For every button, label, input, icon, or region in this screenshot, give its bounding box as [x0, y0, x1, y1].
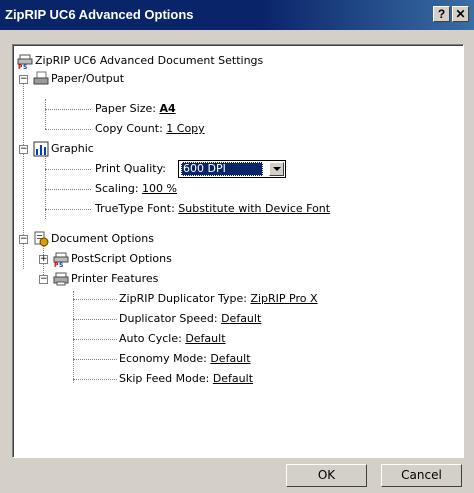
duplicator-speed-label: Duplicator Speed:: [119, 312, 218, 325]
postscript-icon: P S: [53, 252, 69, 267]
settings-tree[interactable]: P S ZipRIP UC6 Advanced Document Setting…: [12, 44, 464, 458]
economy-mode-setting[interactable]: Economy Mode: Default: [119, 351, 251, 367]
dropdown-arrow-icon[interactable]: [269, 162, 284, 176]
svg-text:S: S: [59, 262, 63, 267]
paper-size-label: Paper Size:: [95, 102, 156, 115]
print-quality-selected-value: 600 DPI: [181, 162, 263, 176]
advanced-options-dialog: ZipRIP UC6 Advanced Options ? ✕ P S ZipR…: [0, 0, 474, 493]
copy-count-label: Copy Count:: [95, 122, 163, 135]
scaling-label: Scaling:: [95, 182, 139, 195]
economy-mode-value[interactable]: Default: [210, 352, 250, 365]
copy-count-setting[interactable]: Copy Count: 1 Copy: [95, 121, 205, 137]
auto-cycle-label: Auto Cycle:: [119, 332, 182, 345]
print-quality-select[interactable]: 600 DPI: [178, 160, 286, 178]
printer-features-node[interactable]: Printer Features: [71, 271, 158, 287]
printer-ps-icon: P S: [17, 54, 33, 69]
postscript-options-expand-toggle[interactable]: +: [39, 255, 48, 264]
duplicator-type-setting[interactable]: ZipRIP Duplicator Type: ZipRIP Pro X: [119, 291, 318, 307]
document-options-node[interactable]: Document Options: [51, 231, 154, 247]
printer-features-collapse-toggle[interactable]: −: [39, 275, 48, 284]
dialog-title: ZipRIP UC6 Advanced Options: [5, 7, 194, 22]
paper-output-icon: [33, 71, 49, 85]
paper-size-value[interactable]: A4: [159, 102, 175, 115]
cancel-button[interactable]: Cancel: [381, 464, 462, 487]
truetype-font-setting[interactable]: TrueType Font: Substitute with Device Fo…: [95, 201, 330, 217]
duplicator-speed-value[interactable]: Default: [221, 312, 261, 325]
printer-features-icon: [53, 272, 69, 286]
graphic-node[interactable]: Graphic: [51, 141, 94, 157]
duplicator-type-label: ZipRIP Duplicator Type:: [119, 292, 247, 305]
svg-text:S: S: [23, 64, 27, 69]
scaling-setting[interactable]: Scaling: 100 %: [95, 181, 177, 197]
document-options-collapse-toggle[interactable]: −: [19, 235, 28, 244]
auto-cycle-value[interactable]: Default: [185, 332, 225, 345]
auto-cycle-setting[interactable]: Auto Cycle: Default: [119, 331, 226, 347]
print-quality-label: Print Quality:: [95, 162, 167, 175]
paper-output-node[interactable]: Paper/Output: [51, 71, 124, 87]
copy-count-value[interactable]: 1 Copy: [166, 122, 204, 135]
document-options-icon: [34, 231, 49, 247]
truetype-font-label: TrueType Font:: [95, 202, 175, 215]
graphic-chart-icon: [33, 141, 49, 157]
skip-feed-mode-value[interactable]: Default: [213, 372, 253, 385]
ok-button[interactable]: OK: [286, 464, 367, 487]
scaling-value[interactable]: 100 %: [142, 182, 177, 195]
truetype-font-value[interactable]: Substitute with Device Font: [178, 202, 330, 215]
skip-feed-mode-label: Skip Feed Mode:: [119, 372, 210, 385]
paper-size-setting[interactable]: Paper Size: A4: [95, 101, 176, 117]
help-button[interactable]: ?: [433, 6, 450, 22]
title-bar[interactable]: ZipRIP UC6 Advanced Options ? ✕: [0, 0, 474, 30]
skip-feed-mode-setting[interactable]: Skip Feed Mode: Default: [119, 371, 253, 387]
paper-output-collapse-toggle[interactable]: −: [19, 75, 28, 84]
economy-mode-label: Economy Mode:: [119, 352, 207, 365]
graphic-collapse-toggle[interactable]: −: [19, 145, 28, 154]
postscript-options-node[interactable]: PostScript Options: [71, 251, 172, 267]
duplicator-speed-setting[interactable]: Duplicator Speed: Default: [119, 311, 261, 327]
close-button[interactable]: ✕: [452, 6, 469, 22]
duplicator-type-value[interactable]: ZipRIP Pro X: [250, 292, 317, 305]
tree-root-label[interactable]: ZipRIP UC6 Advanced Document Settings: [35, 53, 263, 69]
